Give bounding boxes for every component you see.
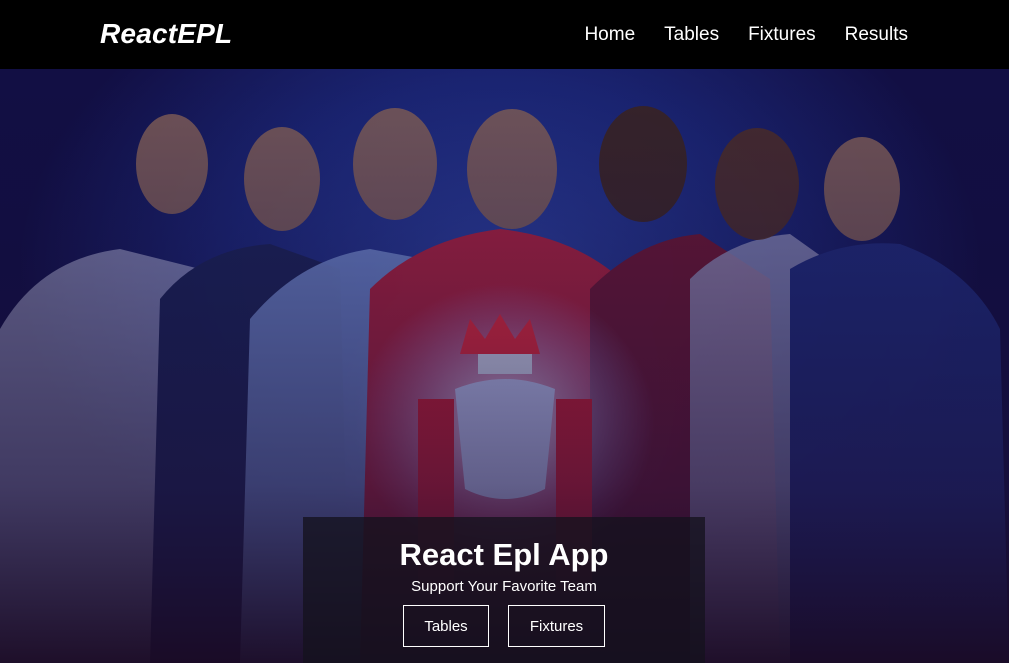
fixtures-button[interactable]: Fixtures [508,605,605,647]
hero-banner: React Epl App Support Your Favorite Team… [0,69,1009,663]
tables-button[interactable]: Tables [403,605,489,647]
hero-title: React Epl App [399,537,609,572]
nav-links: Home Tables Fixtures Results [584,24,908,46]
navbar: ReactEPL Home Tables Fixtures Results [0,0,1009,69]
nav-link-results[interactable]: Results [845,24,908,46]
hero-subtitle: Support Your Favorite Team [411,578,597,595]
nav-link-home[interactable]: Home [584,24,635,46]
nav-link-fixtures[interactable]: Fixtures [748,24,816,46]
brand-logo[interactable]: ReactEPL [100,18,232,50]
hero-caption: React Epl App Support Your Favorite Team… [303,517,705,663]
nav-link-tables[interactable]: Tables [664,24,719,46]
